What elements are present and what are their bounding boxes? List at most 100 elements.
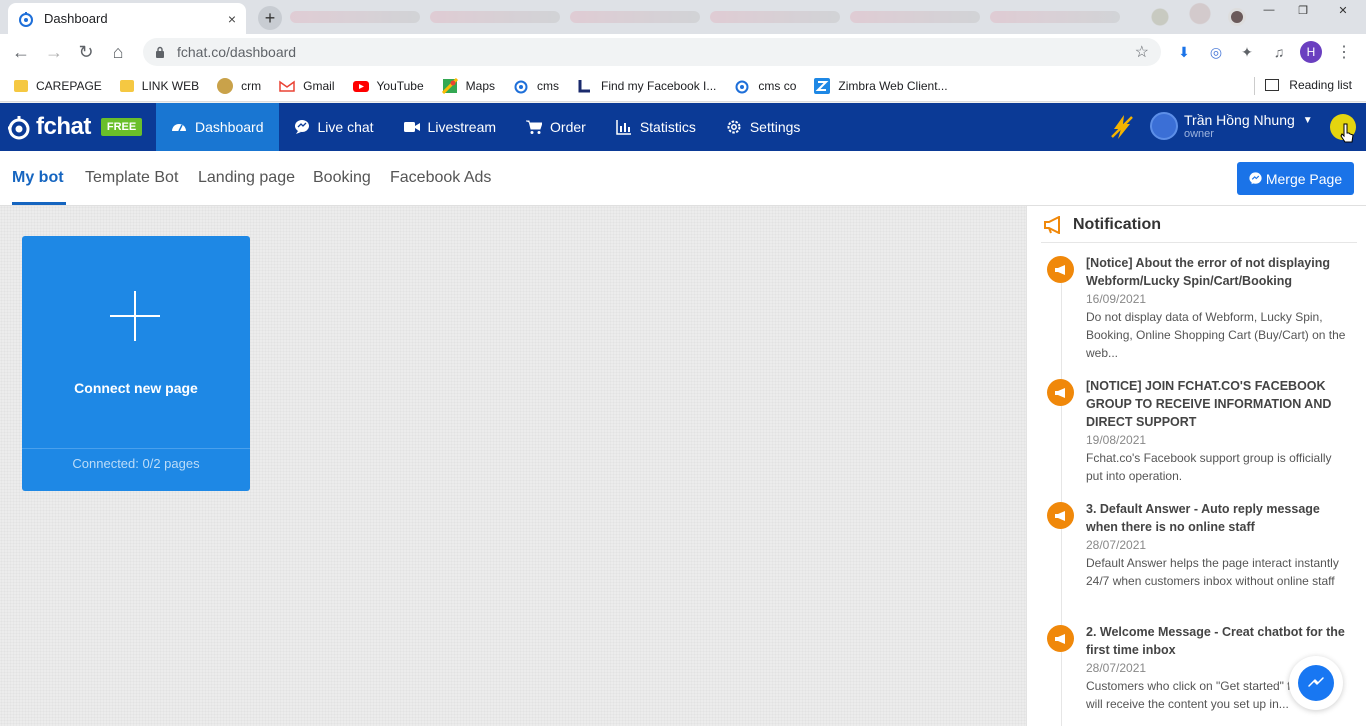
tab-search-icon[interactable] [1228,8,1246,26]
minimize-icon[interactable]: — [1252,0,1286,20]
reading-list-button[interactable]: Reading list [1265,78,1352,92]
dashboard-icon [172,124,186,132]
notification-heading: Notification [1043,216,1161,234]
restore-icon[interactable]: ❐ [1286,0,1320,20]
bookmark-zimbra[interactable]: Zimbra Web Client... [814,77,948,94]
bookmark-link-web[interactable]: LINK WEB [119,79,199,93]
lock-icon [156,46,164,58]
notification-item[interactable]: 3. Default Answer - Auto reply message w… [1047,500,1347,590]
plus-icon-vertical [134,291,136,341]
connect-card-footer: Connected: 0/2 pages [72,456,200,471]
browser-tab-dashboard[interactable]: Dashboard × [8,3,246,34]
notification-divider [1041,242,1357,243]
logo-text: fchat [36,113,91,140]
notification-title: 3. Default Answer - Auto reply message w… [1086,502,1320,534]
notification-bolt-icon[interactable] [1108,113,1136,141]
bookmark-gmail[interactable]: Gmail [279,78,335,94]
bar-chart-icon [616,120,631,135]
close-window-icon[interactable]: ✕ [1320,0,1366,20]
caret-down-icon: ▼ [1302,114,1313,126]
bookmark-cms[interactable]: cms [513,78,559,94]
notification-panel: Notification [Notice] About the error of… [1026,206,1366,726]
notification-item[interactable]: [NOTICE] JOIN FCHAT.CO'S FACEBOOK GROUP … [1047,377,1347,485]
video-camera-icon [403,122,420,132]
cart-icon [526,120,543,134]
profile-avatar[interactable]: H [1300,41,1322,63]
circle-extension-icon[interactable]: ◎ [1207,43,1225,61]
nav-settings[interactable]: Settings [711,103,816,151]
tab-facebook-ads[interactable]: Facebook Ads [390,169,491,187]
fchat-logo[interactable]: fchat FREE [6,113,156,141]
fchat-favicon-icon [19,11,33,27]
active-tab-indicator [12,202,66,205]
notification-title: [NOTICE] JOIN FCHAT.CO'S FACEBOOK GROUP … [1086,379,1332,429]
bookmark-find-facebook[interactable]: Find my Facebook I... [577,78,716,94]
user-avatar [1150,112,1178,140]
user-name: Trần Hồng Nhung [1184,111,1295,128]
connect-new-page-card[interactable]: Connect new page Connected: 0/2 pages [22,236,250,491]
main-content: Connect new page Connected: 0/2 pages [0,206,1026,726]
notification-date: 16/09/2021 [1086,292,1147,306]
tab-booking[interactable]: Booking [313,169,371,187]
subtabs-bar: My bot Template Bot Landing page Booking… [0,151,1366,206]
bookmark-maps[interactable]: Maps [441,77,495,94]
messenger-icon [1298,665,1334,701]
browser-toolbar: ← → ↻ ⌂ fchat.co/dashboard ☆ ⬇ ◎ ✦ ♫ H ⋮ [0,34,1366,70]
fchat-icon [735,80,749,93]
download-extension-icon[interactable]: ⬇ [1175,43,1193,61]
bookmarks-separator [1254,77,1255,95]
notification-title: 2. Welcome Message - Creat chatbot for t… [1086,625,1345,657]
nav-order[interactable]: Order [511,103,601,151]
fchat-icon [514,80,528,93]
bookmark-youtube[interactable]: YouTube [352,78,424,94]
maps-icon [441,77,458,94]
address-url: fchat.co/dashboard [177,44,297,60]
nav-dashboard[interactable]: Dashboard [156,103,279,151]
user-menu[interactable]: Trần Hồng Nhung owner ▼ [1150,112,1313,140]
tab-template-bot[interactable]: Template Bot [85,169,178,187]
reading-list-icon [1265,79,1280,91]
bookmark-star-icon[interactable]: ☆ [1135,42,1149,62]
merge-page-button[interactable]: Merge Page [1237,162,1354,195]
address-bar[interactable]: fchat.co/dashboard ☆ [143,38,1161,66]
chat-bubble-icon [294,120,309,134]
home-icon[interactable]: ⌂ [106,40,130,64]
browser-menu-icon[interactable]: ⋮ [1336,42,1352,62]
back-arrow-icon[interactable]: ← [9,40,33,64]
youtube-icon [352,80,369,92]
tab-close-icon[interactable]: × [228,11,236,27]
user-role: owner [1184,127,1214,140]
bookmarks-bar: CAREPAGE LINK WEB crm Gmail YouTube Maps… [0,70,1366,102]
puzzle-extensions-icon[interactable]: ✦ [1238,43,1256,61]
nav-statistics[interactable]: Statistics [601,103,711,151]
notification-desc: Do not display data of Webform, Lucky Sp… [1086,310,1346,360]
megaphone-icon [1044,216,1060,234]
bookmark-crm[interactable]: crm [217,77,261,94]
connect-card-divider [22,448,250,449]
notification-desc: Fchat.co's Facebook support group is off… [1086,451,1332,483]
messenger-chat-button[interactable] [1289,656,1343,710]
nav-livestream[interactable]: Livestream [389,103,511,151]
notification-date: 28/07/2021 [1086,538,1147,552]
tab-my-bot[interactable]: My bot [12,169,64,187]
plan-badge: FREE [100,118,143,136]
new-tab-button[interactable]: + [258,6,282,30]
reload-icon[interactable]: ↻ [74,40,98,64]
tab-bar-decoration [1130,0,1230,34]
tab-landing-page[interactable]: Landing page [198,169,295,187]
nav-live-chat[interactable]: Live chat [279,103,389,151]
megaphone-icon [1047,625,1074,652]
bookmark-cms-co[interactable]: cms co [734,78,796,94]
megaphone-icon [1047,256,1074,283]
forward-arrow-icon[interactable]: → [42,40,66,64]
background-tabs[interactable] [290,6,1120,28]
notification-title: [Notice] About the error of not displayi… [1086,256,1330,288]
crm-favicon-icon [217,77,234,94]
messenger-icon [1249,172,1262,185]
notification-item[interactable]: [Notice] About the error of not displayi… [1047,254,1347,362]
browser-tab-title: Dashboard [44,11,108,26]
bookmark-carepage[interactable]: CAREPAGE [14,79,102,93]
gear-icon [727,120,741,134]
media-control-icon[interactable]: ♫ [1270,43,1288,61]
window-controls: — ❐ ✕ [1252,0,1366,20]
